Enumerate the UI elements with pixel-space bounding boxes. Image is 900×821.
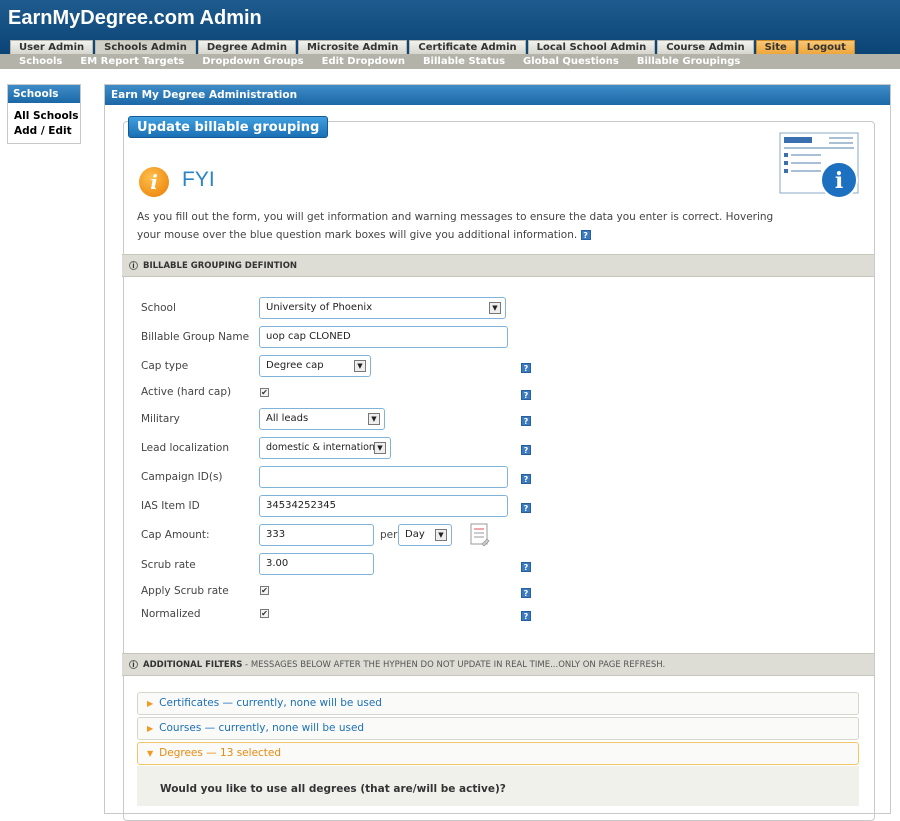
tab-degree-admin[interactable]: Degree Admin (197, 40, 296, 54)
tab-schools-admin[interactable]: Schools Admin (95, 40, 196, 54)
group-name-label: Billable Group Name (141, 331, 250, 343)
cap-period-value: Day (405, 529, 425, 540)
subnav-billable-groupings[interactable]: Billable Groupings (628, 54, 749, 69)
school-label: School (141, 302, 176, 314)
accordion-degrees[interactable]: ▼ Degrees — 13 selected (137, 742, 859, 765)
sidebar-link-all-schools[interactable]: All Schools (8, 109, 80, 124)
filters-bar-label: ADDITIONAL FILTERS (143, 660, 243, 670)
sidebar-title: Schools (8, 85, 80, 103)
chevron-down-icon: ▼ (368, 413, 380, 425)
help-icon[interactable]: ? (521, 611, 531, 621)
military-select[interactable]: All leads ▼ (259, 408, 385, 430)
tab-local-school-admin[interactable]: Local School Admin (527, 40, 656, 54)
sidebar-link-add-edit[interactable]: Add / Edit (8, 124, 80, 139)
caret-right-icon: ▶ (147, 724, 154, 733)
campaign-ids-label: Campaign ID(s) (141, 471, 223, 483)
cap-type-select[interactable]: Degree cap ▼ (259, 355, 371, 377)
app-title: EarnMyDegree.com Admin (8, 7, 262, 29)
lead-localization-value: domestic & international (266, 442, 384, 453)
help-icon[interactable]: ? (521, 474, 531, 484)
chevron-down-icon: ▼ (435, 529, 447, 541)
per-label: per (380, 529, 398, 541)
accordion-degrees-label: Degrees — 13 selected (159, 747, 282, 759)
normalized-label: Normalized (141, 608, 201, 620)
info-icon: i (139, 167, 169, 197)
active-label: Active (hard cap) (141, 386, 232, 398)
tab-certificate-admin[interactable]: Certificate Admin (409, 40, 526, 54)
notes-icon[interactable] (470, 523, 490, 547)
caret-right-icon: ▶ (147, 699, 154, 708)
military-label: Military (141, 413, 180, 425)
help-icon[interactable]: ? (521, 445, 531, 455)
help-icon[interactable]: ? (580, 230, 591, 240)
subnav-schools[interactable]: Schools (10, 54, 71, 69)
schools-sidebar: Schools All Schools Add / Edit (7, 84, 81, 144)
apply-scrub-rate-label: Apply Scrub rate (141, 585, 229, 597)
info-circle-icon: i (129, 261, 138, 270)
form-info-icon: i (779, 132, 859, 199)
help-icon[interactable]: ? (521, 416, 531, 426)
main-tabs: User Admin Schools Admin Degree Admin Mi… (10, 40, 857, 54)
scrub-rate-input[interactable]: 3.00 (259, 553, 374, 575)
subnav-dropdown-groups[interactable]: Dropdown Groups (193, 54, 312, 69)
tab-microsite-admin[interactable]: Microsite Admin (297, 40, 408, 54)
group-name-input[interactable]: uop cap CLONED (259, 326, 508, 348)
campaign-ids-input[interactable] (259, 466, 508, 488)
additional-filters-bar: i ADDITIONAL FILTERS - MESSAGES BELOW AFT… (122, 653, 874, 676)
degrees-question: Would you like to use all degrees (that … (160, 783, 506, 795)
sub-navigation: Schools EM Report Targets Dropdown Group… (0, 54, 900, 69)
cap-period-select[interactable]: Day ▼ (398, 524, 452, 546)
active-checkbox[interactable]: ✔ (260, 388, 269, 397)
cap-type-label: Cap type (141, 360, 189, 372)
definition-bar-label: BILLABLE GROUPING DEFINTION (143, 261, 298, 271)
fyi-title: FYI (182, 168, 215, 191)
svg-text:i: i (835, 168, 843, 194)
help-icon[interactable]: ? (521, 390, 531, 400)
tab-site[interactable]: Site (755, 40, 796, 54)
info-circle-icon: i (129, 660, 138, 669)
ias-item-id-label: IAS Item ID (141, 500, 200, 512)
section-title: Update billable grouping (128, 116, 329, 138)
accordion-courses[interactable]: ▶ Courses — currently, none will be used (137, 717, 859, 740)
cap-amount-input[interactable]: 333 (259, 524, 374, 546)
military-value: All leads (266, 413, 309, 424)
chevron-down-icon: ▼ (354, 360, 366, 372)
accordion-courses-label: Courses — currently, none will be used (159, 722, 365, 734)
ias-item-id-input[interactable]: 34534252345 (259, 495, 508, 517)
tab-course-admin[interactable]: Course Admin (657, 40, 754, 54)
scrub-rate-label: Scrub rate (141, 559, 196, 571)
subnav-billable-status[interactable]: Billable Status (414, 54, 514, 69)
accordion-certificates-label: Certificates — currently, none will be u… (159, 697, 382, 709)
cap-type-value: Degree cap (266, 360, 324, 371)
accordion-certificates[interactable]: ▶ Certificates — currently, none will be … (137, 692, 859, 715)
main-panel-title: Earn My Degree Administration (105, 85, 890, 105)
lead-localization-label: Lead localization (141, 442, 230, 454)
normalized-checkbox[interactable]: ✔ (260, 609, 269, 618)
chevron-down-icon: ▼ (374, 442, 386, 454)
app-header: EarnMyDegree.com Admin User Admin School… (0, 0, 900, 54)
fyi-text: As you fill out the form, you will get i… (137, 211, 774, 241)
help-icon[interactable]: ? (521, 588, 531, 598)
subnav-em-report-targets[interactable]: EM Report Targets (71, 54, 193, 69)
help-icon[interactable]: ? (521, 562, 531, 572)
subnav-edit-dropdown[interactable]: Edit Dropdown (313, 54, 414, 69)
tab-logout[interactable]: Logout (797, 40, 855, 54)
definition-bar: i BILLABLE GROUPING DEFINTION (122, 254, 874, 277)
cap-amount-label: Cap Amount: (141, 529, 210, 541)
help-icon[interactable]: ? (521, 363, 531, 373)
tab-user-admin[interactable]: User Admin (10, 40, 94, 54)
apply-scrub-rate-checkbox[interactable]: ✔ (260, 586, 269, 595)
caret-down-icon: ▼ (147, 749, 154, 758)
school-select[interactable]: University of Phoenix ▼ (259, 297, 506, 319)
help-icon[interactable]: ? (521, 503, 531, 513)
chevron-down-icon: ▼ (489, 302, 501, 314)
fyi-message: As you fill out the form, you will get i… (137, 208, 777, 244)
lead-localization-select[interactable]: domestic & international ▼ (259, 437, 391, 459)
filters-bar-note: - MESSAGES BELOW AFTER THE HYPHEN DO NOT… (242, 660, 666, 670)
school-select-value: University of Phoenix (266, 302, 373, 313)
subnav-global-questions[interactable]: Global Questions (514, 54, 628, 69)
